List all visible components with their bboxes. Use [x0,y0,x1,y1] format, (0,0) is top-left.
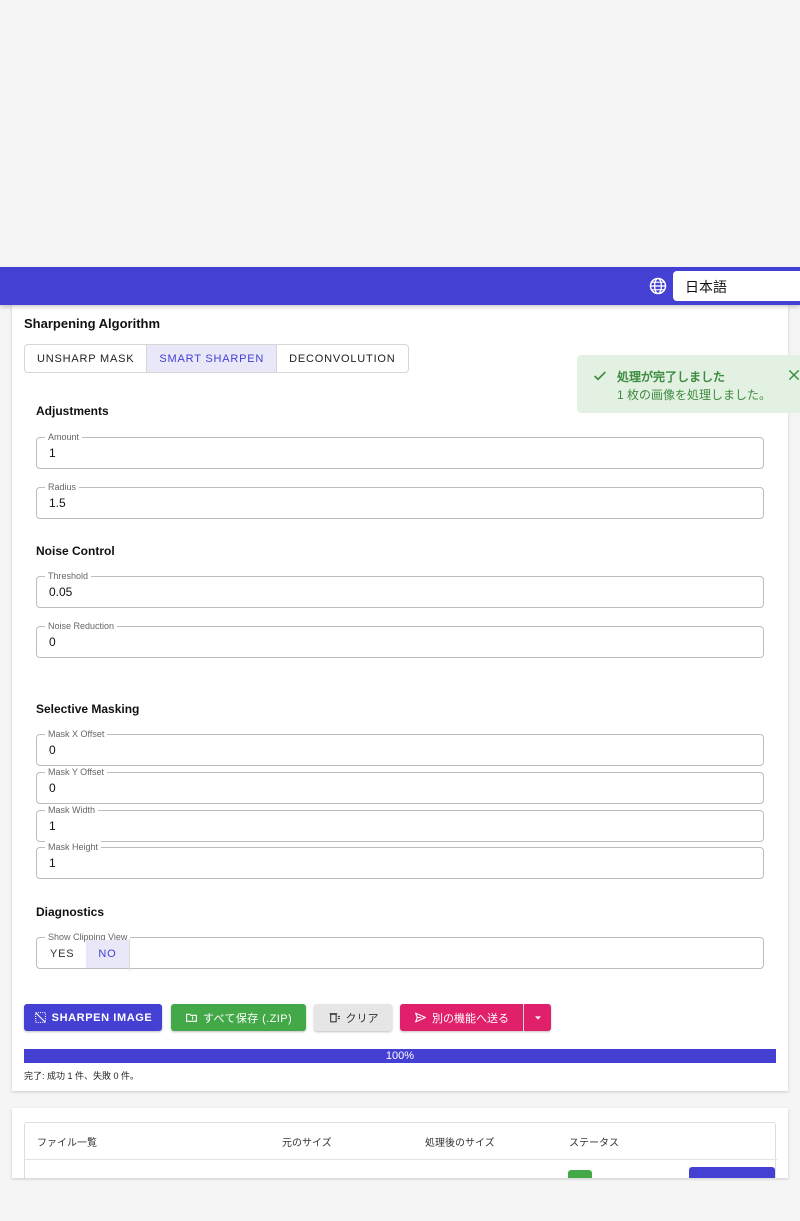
clear-list-icon [329,1013,340,1023]
language-select[interactable]: 日本語 [673,271,800,301]
col-file-list: ファイル一覧 [37,1138,97,1149]
diagnostics-title: Diagnostics [36,905,105,919]
amount-field[interactable]: Amount 1 [36,431,764,469]
algorithm-deconvolution-button[interactable]: DECONVOLUTION [277,345,407,372]
noise-reduction-value: 0 [49,635,56,649]
radius-field[interactable]: Radius 1.5 [36,481,764,519]
app-bar: 日本語 [0,267,800,305]
mask-x-offset-field[interactable]: Mask X Offset 0 [36,728,764,766]
toast-message: 1 枚の画像を処理しました。 [617,388,772,402]
mask-width-value: 1 [49,819,56,833]
send-icon [415,1012,426,1023]
sharpen-icon [34,1012,46,1023]
mask-x-offset-value: 0 [49,743,56,757]
toast-title: 処理が完了しました [617,370,726,384]
globe-icon [649,277,667,295]
algorithm-unsharp-mask-button[interactable]: UNSHARP MASK [25,345,148,372]
radius-label: Radius [45,481,80,493]
algorithm-title: Sharpening Algorithm [24,316,161,331]
mask-height-field[interactable]: Mask Height 1 [36,841,764,879]
amount-label: Amount [45,431,83,443]
close-icon[interactable] [787,368,800,382]
col-original-size: 元のサイズ [282,1138,332,1149]
sharpen-image-button[interactable]: SHARPEN IMAGE [24,1004,162,1031]
mask-y-offset-label: Mask Y Offset [45,766,108,778]
mask-height-value: 1 [49,856,56,870]
folder-zip-icon [186,1013,197,1022]
send-to-feature-button[interactable]: 別の機能へ送る [400,1004,523,1031]
clipping-no-button[interactable]: NO [86,940,129,968]
row-action-button[interactable] [689,1167,775,1178]
threshold-label: Threshold [45,570,92,582]
progress-bar: 100% [24,1049,776,1063]
adjustments-title: Adjustments [36,404,109,418]
selective-masking-title: Selective Masking [36,702,140,716]
clear-button[interactable]: クリア [314,1004,392,1031]
progress-summary: 完了: 成功 1 件、失敗 0 件。 [24,1071,140,1081]
threshold-field[interactable]: Threshold 0.05 [36,570,764,608]
save-all-zip-button[interactable]: すべて保存 (.ZIP) [171,1004,306,1031]
send-dropdown-button[interactable] [524,1004,551,1031]
algorithm-smart-sharpen-button[interactable]: SMART SHARPEN [147,345,278,372]
progress-label: 100% [385,1050,415,1062]
amount-value: 1 [49,446,56,460]
mask-y-offset-field[interactable]: Mask Y Offset 0 [36,766,764,804]
noise-reduction-label: Noise Reduction [45,620,118,632]
header-divider [25,1159,777,1160]
sharpen-image-label: SHARPEN IMAGE [51,1011,153,1024]
caret-down-icon [534,1015,541,1020]
mask-height-label: Mask Height [45,841,102,853]
mask-y-offset-value: 0 [49,781,56,795]
noise-control-title: Noise Control [36,544,115,558]
radius-value: 1.5 [49,496,66,510]
threshold-value: 0.05 [49,585,73,599]
col-status: ステータス [569,1138,619,1149]
clipping-yes-button[interactable]: YES [38,940,86,968]
mask-width-label: Mask Width [45,804,99,816]
file-list-card: ファイル一覧 元のサイズ 処理後のサイズ ステータス [12,1108,788,1178]
send-to-feature-label: 別の機能へ送る [432,1012,509,1025]
col-processed-size: 処理後のサイズ [425,1138,495,1149]
sharpen-settings-card: Sharpening Algorithm UNSHARP MASK SMART … [12,305,788,1091]
check-icon [594,371,606,381]
mask-width-field[interactable]: Mask Width 1 [36,804,764,842]
clear-label: クリア [345,1012,379,1025]
clipping-view-field: Show Clipping View YES NO [36,931,764,971]
success-toast: 処理が完了しました 1 枚の画像を処理しました。 [577,355,800,413]
noise-reduction-field[interactable]: Noise Reduction 0 [36,620,764,658]
status-badge [568,1170,592,1178]
save-all-zip-label: すべて保存 (.ZIP) [202,1012,293,1025]
algorithm-toggle-group: UNSHARP MASK SMART SHARPEN DECONVOLUTION [24,344,409,373]
file-table: ファイル一覧 元のサイズ 処理後のサイズ ステータス [24,1122,777,1178]
mask-x-offset-label: Mask X Offset [45,728,108,740]
clipping-view-toggle: YES NO [38,939,130,971]
